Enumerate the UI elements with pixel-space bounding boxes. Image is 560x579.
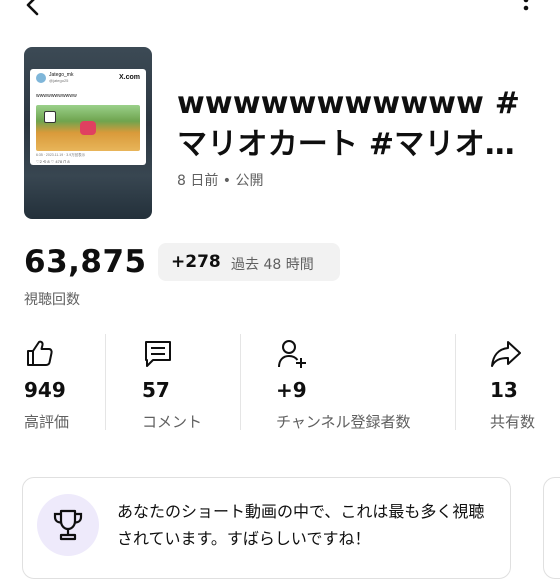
stat-divider: [455, 334, 456, 430]
video-thumbnail[interactable]: Jatego_mk @jatego25 X.com wwwwwwwwwww 6:…: [24, 47, 152, 219]
stat-shares: 13 共有数: [490, 334, 560, 434]
kart: [80, 121, 96, 135]
share-icon: [491, 341, 521, 367]
stat-subscribers-label: チャンネル登録者数: [276, 413, 411, 431]
x-logo: X.com: [118, 74, 140, 81]
view-count-label: 視聴回数: [24, 292, 80, 308]
comment-icon: [145, 341, 171, 367]
thumbs-up-icon: [27, 340, 53, 366]
top-bar: [0, 0, 560, 22]
stat-shares-value: 13: [490, 378, 518, 402]
stat-shares-label: 共有数: [490, 413, 536, 431]
insight-text: あなたのショート動画の中で、これは最も多く視聴されています。すばらしいですね！: [117, 502, 485, 548]
stat-likes-label: 高評価: [24, 413, 70, 431]
tweet-meta: 6:35 · 2023.11.19 · 3.9万回表示: [36, 153, 86, 157]
stat-likes: 949 高評価: [24, 334, 104, 434]
insight-card[interactable]: あなたのショート動画の中で、これは最も多く視聴されています。すばらしいですね！: [22, 477, 511, 579]
more-options-icon[interactable]: [522, 0, 530, 18]
add-person-icon: [278, 340, 306, 368]
view-count: 63,875: [24, 244, 147, 280]
stat-comments-value: 57: [142, 378, 170, 402]
stat-subscribers-value: +9: [276, 378, 307, 402]
recent-views-period: 過去 48 時間: [231, 257, 314, 273]
stat-subscribers: +9 チャンネル登録者数: [276, 334, 451, 434]
stat-divider: [105, 334, 106, 430]
tweet-text: wwwwwwwwwww: [36, 93, 77, 99]
recent-views-delta: +278: [171, 252, 221, 272]
trophy-icon: [53, 509, 83, 541]
video-meta: 8 日前 • 公開: [177, 173, 264, 189]
recent-views-chip: +278 過去 48 時間: [158, 243, 340, 281]
tweet-actions: ♡2 ⟲ 8 ♡ 478 ⊓ 8: [36, 159, 70, 164]
stat-comments: 57 コメント: [142, 334, 237, 434]
video-title: wwwwwwwwwww #マリオカート #マリオカート: [177, 86, 521, 162]
tweet-subhandle: @jatego25: [49, 78, 69, 83]
stat-divider: [240, 334, 241, 430]
stat-likes-value: 949: [24, 378, 66, 402]
thumbnail-tweet-card: Jatego_mk @jatego25 X.com wwwwwwwwwww 6:…: [30, 69, 146, 165]
next-insight-card[interactable]: [543, 477, 560, 579]
stat-comments-label: コメント: [142, 413, 203, 431]
trophy-badge: [37, 494, 99, 556]
back-arrow-icon[interactable]: [20, 0, 46, 18]
item-box: [44, 111, 56, 123]
tweet-avatar: [36, 73, 46, 83]
tweet-game-image: [36, 105, 140, 151]
